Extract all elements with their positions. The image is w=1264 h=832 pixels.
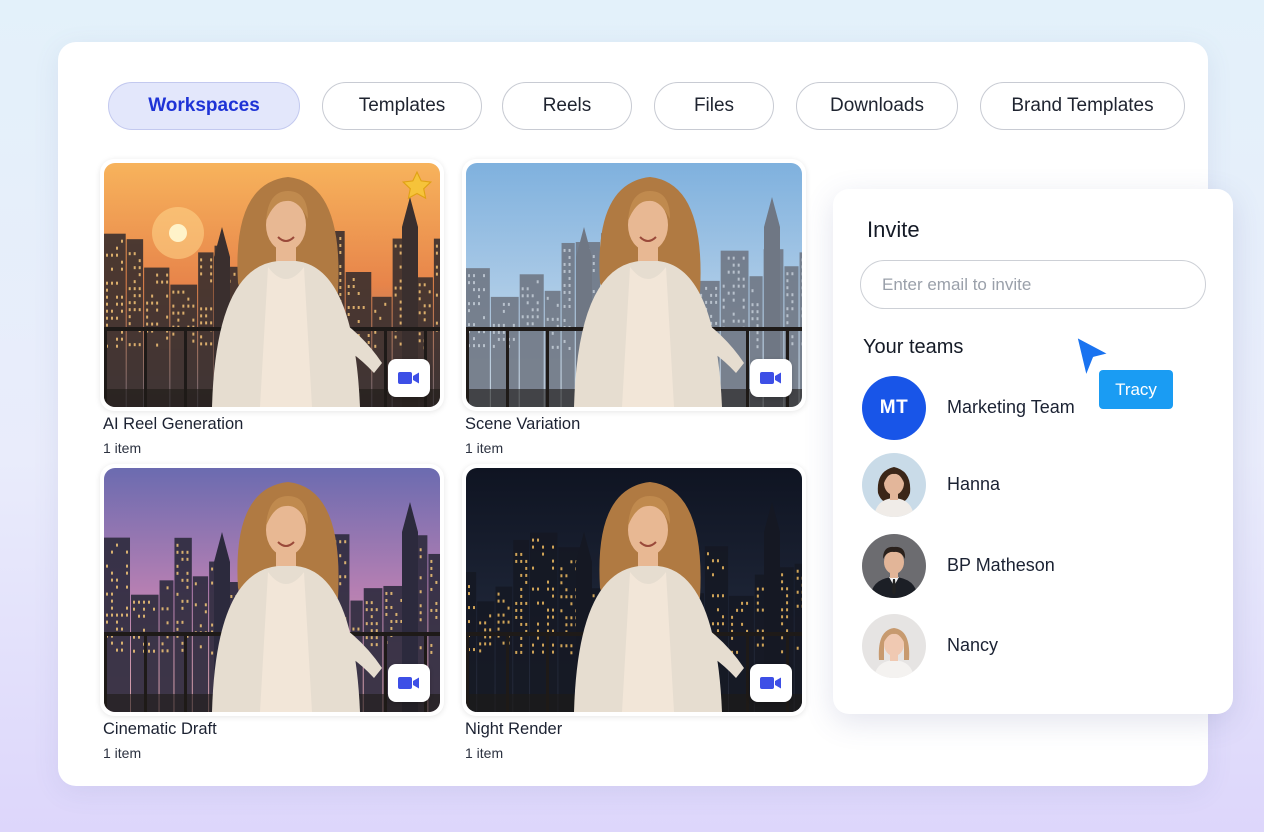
member-name: Hanna <box>947 474 1001 494</box>
tab-workspaces[interactable]: Workspaces <box>108 82 300 130</box>
person-avatar-icon <box>862 614 926 678</box>
avatar <box>862 534 926 598</box>
workspace-photo <box>466 163 802 407</box>
video-badge[interactable] <box>388 664 430 702</box>
person-avatar-icon <box>862 453 926 517</box>
team-member-nancy[interactable]: Nancy <box>862 614 1182 678</box>
workspace-item-count: 1 item <box>465 440 504 456</box>
workspace-title[interactable]: Night Render <box>465 720 562 739</box>
workspace-thumbnail[interactable] <box>100 464 444 716</box>
member-name: BP Matheson <box>947 555 1055 575</box>
star-icon[interactable] <box>400 169 434 203</box>
member-name: Marketing Team <box>947 397 1075 417</box>
workspace-thumbnail[interactable] <box>462 159 806 411</box>
avatar <box>862 453 926 517</box>
workspace-item-count: 1 item <box>103 440 142 456</box>
video-camera-icon <box>760 677 781 689</box>
invite-email-input[interactable] <box>860 260 1206 309</box>
invite-panel: Invite Your teams MT Marketing Team Hann… <box>833 189 1233 714</box>
workspace-title[interactable]: Cinematic Draft <box>103 720 217 739</box>
person-avatar-icon <box>862 534 926 598</box>
workspace-item-count: 1 item <box>103 745 142 761</box>
tab-downloads[interactable]: Downloads <box>796 82 958 130</box>
invite-title: Invite <box>867 217 920 242</box>
member-name: Nancy <box>947 635 999 655</box>
workspace-photo <box>104 468 440 712</box>
team-member-bp-matheson[interactable]: BP Matheson <box>862 534 1182 598</box>
workspace-thumbnail[interactable] <box>462 464 806 716</box>
workspace-thumbnail[interactable] <box>100 159 444 411</box>
tab-reels[interactable]: Reels <box>502 82 632 130</box>
video-badge[interactable] <box>750 359 792 397</box>
teams-heading: Your teams <box>863 336 964 358</box>
tab-templates[interactable]: Templates <box>322 82 482 130</box>
video-badge[interactable] <box>388 359 430 397</box>
avatar <box>862 614 926 678</box>
video-camera-icon <box>398 372 419 384</box>
avatar: MT <box>862 376 926 440</box>
team-member-hanna[interactable]: Hanna <box>862 453 1182 517</box>
workspace-item-count: 1 item <box>465 745 504 761</box>
tab-files[interactable]: Files <box>654 82 774 130</box>
workspace-photo <box>466 468 802 712</box>
workspace-photo <box>104 163 440 407</box>
tab-brand-templates[interactable]: Brand Templates <box>980 82 1185 130</box>
collaborator-cursor-label: Tracy <box>1099 370 1173 409</box>
video-camera-icon <box>398 677 419 689</box>
workspace-title[interactable]: AI Reel Generation <box>103 415 243 434</box>
video-badge[interactable] <box>750 664 792 702</box>
workspace-title[interactable]: Scene Variation <box>465 415 580 434</box>
video-camera-icon <box>760 372 781 384</box>
